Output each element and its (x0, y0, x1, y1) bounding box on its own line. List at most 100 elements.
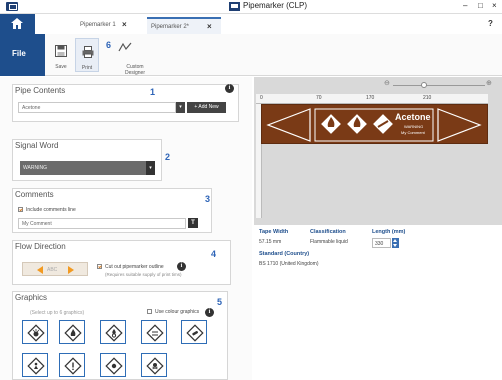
flame-icon (64, 324, 82, 342)
print-button[interactable]: Print (75, 38, 99, 72)
ghs-exploding-bomb-tile[interactable] (22, 320, 48, 344)
home-icon (11, 18, 23, 29)
minimize-button[interactable]: – (463, 1, 467, 10)
chevron-down-icon[interactable]: ▾ (176, 102, 185, 113)
save-icon (55, 45, 67, 57)
cut-outline-checkbox[interactable] (97, 264, 102, 269)
zoom-in-icon[interactable]: ⊕ (486, 79, 492, 87)
tab-pipemarker-2[interactable]: Pipemarker 2* × (147, 17, 221, 34)
gas-cylinder-icon (186, 324, 204, 342)
exclamation-mark-icon (64, 357, 82, 375)
zoom-slider[interactable] (393, 85, 485, 86)
info-icon[interactable]: i (205, 308, 214, 317)
ruler-tick: 170 (366, 95, 375, 101)
pipe-contents-select[interactable]: Acetone (18, 102, 176, 113)
help-button[interactable]: ? (488, 19, 493, 28)
add-new-button[interactable]: + Add New (187, 102, 226, 113)
home-button[interactable] (0, 14, 35, 34)
info-icon[interactable]: i (225, 84, 234, 93)
app-logo-icon (229, 2, 240, 11)
step-number-6: 6 (106, 40, 112, 50)
use-colour-checkbox[interactable] (147, 309, 152, 314)
flow-middle-label: ABC (47, 267, 58, 273)
title-bar: Pipemarker (CLP) – □ × (0, 0, 502, 14)
flow-direction-toggle[interactable]: ABC (22, 262, 88, 276)
section-heading: Signal Word (15, 141, 59, 150)
arrow-right-icon (68, 266, 74, 274)
marker-signal-word: WARNING (404, 124, 424, 129)
standard-label: Standard (Country) (259, 251, 310, 257)
environment-icon (105, 357, 123, 375)
close-window-button[interactable]: × (492, 1, 497, 10)
cut-outline-note: (Requires suitable supply of print tims) (105, 272, 182, 277)
include-comments-label: Include comments line (26, 207, 76, 213)
ruler-tick: 210 (423, 95, 432, 101)
use-colour-label: Use colour graphics (155, 309, 200, 315)
ghs-exclamation-mark-tile[interactable] (59, 353, 85, 377)
ghs-corrosion-tile[interactable] (141, 320, 167, 344)
health-hazard-icon (27, 357, 45, 375)
maximize-button[interactable]: □ (478, 1, 483, 10)
section-heading: Pipe Contents (15, 86, 66, 95)
save-label: Save (55, 64, 67, 70)
ghs-gas-cylinder-tile[interactable] (181, 320, 207, 344)
ruler-tick: 70 (316, 95, 322, 101)
pipemarker-preview: Acetone WARNING My Comment (261, 104, 488, 144)
length-stepper[interactable] (392, 238, 399, 248)
section-heading: Graphics (15, 293, 48, 302)
ghs-environment-tile[interactable] (100, 353, 126, 377)
section-heading: Comments (15, 190, 54, 199)
marker-title: Acetone (395, 112, 431, 122)
classification-label: Classification (310, 229, 346, 235)
flame-over-circle-icon (105, 324, 123, 342)
corrosion-icon (146, 324, 164, 342)
arrow-left-icon (37, 266, 43, 274)
custom-designer-label: Custom Designer (124, 64, 145, 76)
print-icon (82, 46, 94, 58)
ghs-skull-crossbones-tile[interactable] (141, 353, 167, 377)
graphics-hint: (Select up to 6 graphics) (30, 310, 85, 316)
step-number-4: 4 (211, 249, 217, 259)
standard-value: BS 1710 (United Kingdom) (259, 261, 319, 267)
custom-designer-button[interactable]: Custom Designer (117, 38, 153, 76)
section-heading: Flow Direction (15, 242, 66, 251)
comment-input[interactable]: My Comment (18, 218, 186, 229)
include-comments-checkbox[interactable] (18, 207, 23, 212)
ghs-flame-tile[interactable] (59, 320, 85, 344)
length-label: Length (mm) (372, 229, 406, 235)
window-title: Pipemarker (CLP) (243, 1, 308, 10)
save-button[interactable]: Save (49, 38, 73, 72)
file-menu-button[interactable]: File (0, 34, 45, 76)
skull-crossbones-icon (146, 357, 164, 375)
app-menu-icon[interactable] (6, 2, 18, 11)
step-number-3: 3 (205, 194, 211, 204)
custom-designer-icon (118, 42, 132, 52)
length-input[interactable]: 330 (372, 238, 391, 248)
tape-width-value: 57.15 mm (259, 239, 282, 245)
file-label: File (12, 49, 26, 58)
tab-label: Pipemarker 2* (151, 24, 190, 30)
zoom-slider-handle[interactable] (421, 82, 427, 88)
print-label: Print (81, 65, 93, 71)
classification-value: Flammable liquid (310, 239, 348, 245)
cut-outline-label: Cut out pipemarker outline (105, 264, 164, 270)
chevron-down-icon[interactable]: ▾ (146, 161, 155, 175)
ghs-health-hazard-tile[interactable] (22, 353, 48, 377)
horizontal-ruler: 0 70 170 210 (256, 94, 488, 104)
ruler-tick: 0 (260, 95, 263, 101)
document-tab-bar: Pipemarker 1 × Pipemarker 2* × ? (0, 14, 502, 34)
marker-comment: My Comment (401, 130, 425, 135)
step-number-5: 5 (217, 297, 223, 307)
ghs-flame-over-circle-tile[interactable] (100, 320, 126, 344)
text-format-button[interactable]: T (188, 218, 198, 228)
tab-pipemarker-1[interactable]: Pipemarker 1 × (60, 17, 144, 34)
info-icon[interactable]: i (177, 262, 186, 271)
pipemarker-graphic (266, 108, 482, 142)
ribbon-toolbar: File Save Print 6 Custom Designer (0, 34, 502, 76)
exploding-bomb-icon (27, 324, 45, 342)
close-tab-icon[interactable]: × (122, 20, 127, 29)
zoom-out-icon[interactable]: ⊖ (384, 79, 390, 87)
signal-word-select[interactable]: WARNING (20, 161, 146, 175)
close-tab-icon[interactable]: × (207, 22, 212, 31)
tab-label: Pipemarker 1 (80, 22, 116, 28)
